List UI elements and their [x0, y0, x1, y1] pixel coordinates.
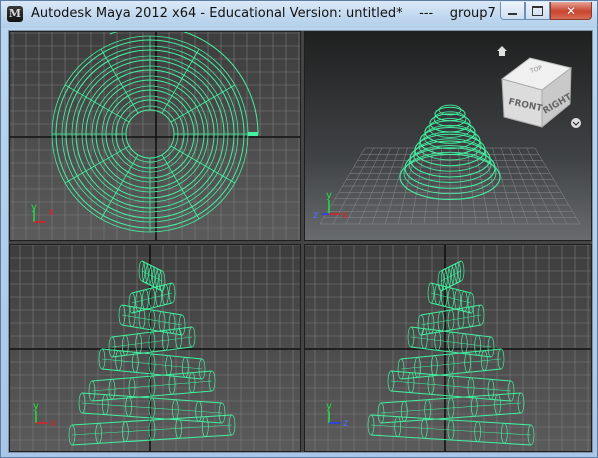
persp-grid: [319, 147, 581, 225]
close-icon: ✕: [565, 3, 577, 18]
view-axis-gizmo: y x: [33, 401, 56, 429]
spiral-front-wireframe: [68, 260, 236, 446]
maximize-button[interactable]: [525, 2, 550, 20]
minimize-icon: [508, 12, 517, 15]
coil-tube-edge: [101, 358, 203, 370]
viewport-persp[interactable]: TOP FRONT RIGHT y z x: [304, 31, 592, 241]
axis-y-label: y: [326, 401, 332, 412]
spiral-spoke: [64, 145, 130, 184]
coil-tube-edge: [131, 292, 173, 304]
axis-y-label: y: [326, 190, 332, 201]
coil-tube-edge: [400, 358, 502, 370]
spiral-end-cap: [248, 132, 258, 136]
spiral-spoke: [64, 84, 130, 123]
maya-window: M Autodesk Maya 2012 x64 - Educational V…: [0, 0, 598, 458]
close-button[interactable]: ✕: [550, 2, 592, 20]
window-title: Autodesk Maya 2012 x64 - Educational Ver…: [31, 6, 496, 21]
spiral-spoke: [170, 145, 236, 184]
coil-tube-edge: [410, 336, 492, 348]
axis-y-label: y: [31, 202, 37, 213]
axis-x-label: x: [50, 418, 56, 429]
maya-icon[interactable]: M: [7, 6, 23, 22]
view-axis-gizmo: y z: [326, 401, 348, 429]
viewport-panel-area: y x TOP FRONT RIGHT y z x y x y z: [8, 30, 593, 453]
viewcube[interactable]: TOP FRONT RIGHT: [500, 57, 574, 129]
spiral-ring: [125, 109, 175, 159]
front-view-canvas: y x: [10, 245, 300, 451]
coil-tube-edge: [420, 314, 482, 326]
spiral-ring: [121, 105, 179, 163]
persp-view-canvas: TOP FRONT RIGHT y z x: [313, 46, 581, 225]
maximize-icon: [532, 5, 543, 16]
chevron-down-icon[interactable]: [571, 118, 581, 128]
window-controls: ✕: [500, 2, 592, 20]
spiral-spoke: [100, 154, 139, 220]
coil-tube-edge: [121, 314, 183, 326]
viewport-side[interactable]: y z: [304, 244, 592, 452]
axis-x-label: x: [342, 210, 348, 221]
title-bar[interactable]: M Autodesk Maya 2012 x64 - Educational V…: [1, 1, 597, 28]
top-view-canvas: y x: [10, 32, 300, 240]
side-view-canvas: y z: [305, 245, 591, 451]
axis-y-label: y: [33, 401, 39, 412]
axis-z-label: z: [313, 210, 318, 221]
spiral-spoke: [170, 84, 236, 123]
coil-tube-edge: [430, 292, 472, 304]
axis-z-label: z: [343, 418, 348, 429]
home-icon[interactable]: [497, 46, 507, 56]
spiral-spoke: [161, 154, 200, 220]
viewport-top[interactable]: y x: [9, 31, 301, 241]
viewport-front[interactable]: y x: [9, 244, 301, 452]
viewport-divider-vertical[interactable]: [301, 31, 304, 452]
minimize-button[interactable]: [500, 2, 525, 20]
axis-x-label: x: [48, 207, 54, 218]
view-axis-gizmo: y x: [31, 202, 54, 223]
